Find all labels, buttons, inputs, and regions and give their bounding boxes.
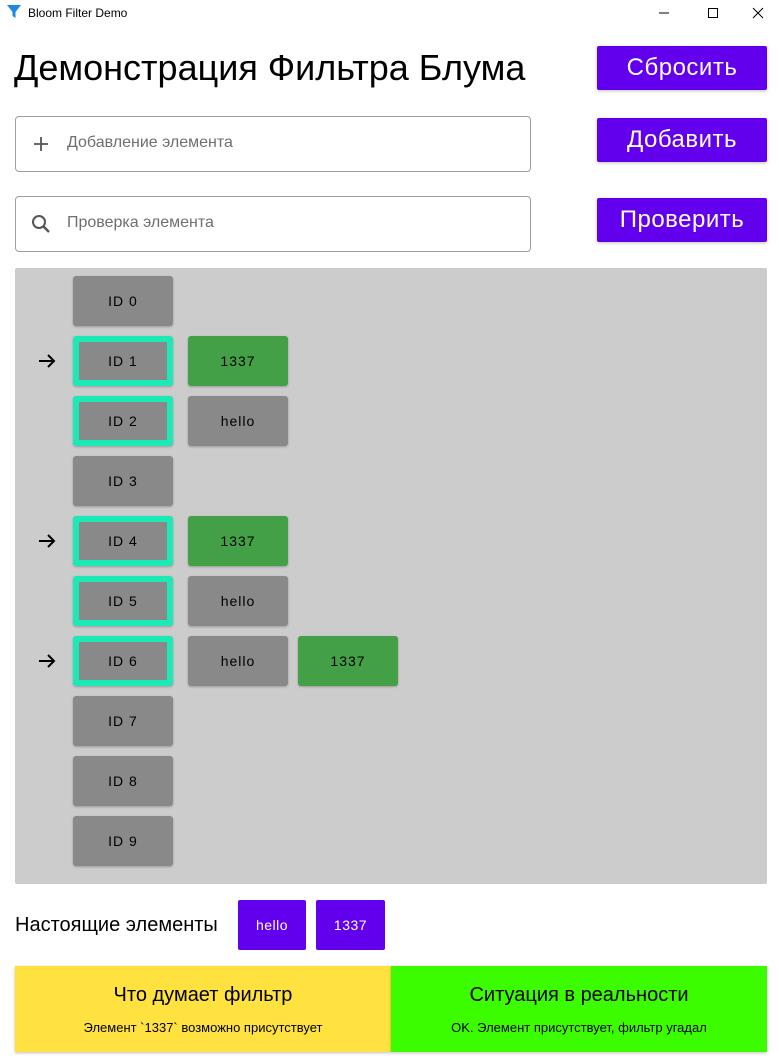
- bit-cell: ID 5: [73, 576, 173, 626]
- check-button[interactable]: Проверить: [597, 198, 767, 242]
- arrow-right-icon: [39, 534, 56, 548]
- search-icon: [32, 215, 50, 233]
- plus-icon: [34, 137, 48, 151]
- arrow-right-icon: [39, 654, 56, 668]
- stored-element-cell: 1337: [298, 636, 398, 686]
- bit-cell: ID 8: [73, 756, 173, 806]
- add-button[interactable]: Добавить: [597, 118, 767, 162]
- check-element-placeholder: Проверка элемента: [67, 214, 214, 231]
- bit-cell: ID 6: [73, 636, 173, 686]
- filter-bit-array-panel: ID 0 ID 1 1337 ID 2 hello ID 3 ID 4 1337 ID 5 hel…: [15, 268, 767, 884]
- reality-text: OK. Элемент присутствует, фильтр угадал: [451, 1020, 707, 1035]
- filter-opinion-text: Элемент `1337` возможно присутствует: [83, 1020, 323, 1035]
- real-element-chip: hello: [238, 900, 306, 950]
- maximize-icon: [708, 8, 718, 18]
- stored-element-cell: hello: [188, 576, 288, 626]
- bit-cell: ID 4: [73, 516, 173, 566]
- reality-heading: Ситуация в реальности: [469, 984, 689, 1006]
- minimize-icon: [659, 12, 669, 14]
- bit-cell: ID 0: [73, 276, 173, 326]
- bit-cell: ID 9: [73, 816, 173, 866]
- reality-panel: Ситуация в реальности OK. Элемент присут…: [391, 966, 767, 1052]
- stored-element-cell: 1337: [188, 336, 288, 386]
- real-element-chip: 1337: [316, 900, 385, 950]
- add-element-input[interactable]: Добавление элемента: [15, 116, 531, 172]
- close-button[interactable]: [735, 0, 779, 26]
- filter-opinion-panel: Что думает фильтр Элемент `1337` возможн…: [15, 966, 391, 1052]
- arrow-right-icon: [39, 354, 56, 368]
- bit-cell: ID 2: [73, 396, 173, 446]
- bit-cell: ID 1: [73, 336, 173, 386]
- stored-element-cell: hello: [188, 636, 288, 686]
- check-element-input[interactable]: Проверка элемента: [15, 196, 531, 252]
- maximize-button[interactable]: [690, 0, 736, 26]
- window-title: Bloom Filter Demo: [28, 6, 128, 20]
- minimize-button[interactable]: [641, 0, 687, 26]
- add-element-placeholder: Добавление элемента: [67, 134, 233, 151]
- stored-element-cell: hello: [188, 396, 288, 446]
- real-elements-label: Настоящие элементы: [15, 914, 218, 936]
- filter-opinion-heading: Что думает фильтр: [113, 984, 293, 1006]
- page-title: Демонстрация Фильтра Блума: [14, 47, 526, 88]
- bit-cell: ID 7: [73, 696, 173, 746]
- close-icon: [752, 7, 764, 19]
- reset-button[interactable]: Сбросить: [597, 46, 767, 90]
- bit-cell: ID 3: [73, 456, 173, 506]
- filter-icon: [7, 5, 21, 18]
- stored-element-cell: 1337: [188, 516, 288, 566]
- window-title-bar: Bloom Filter Demo: [0, 0, 779, 26]
